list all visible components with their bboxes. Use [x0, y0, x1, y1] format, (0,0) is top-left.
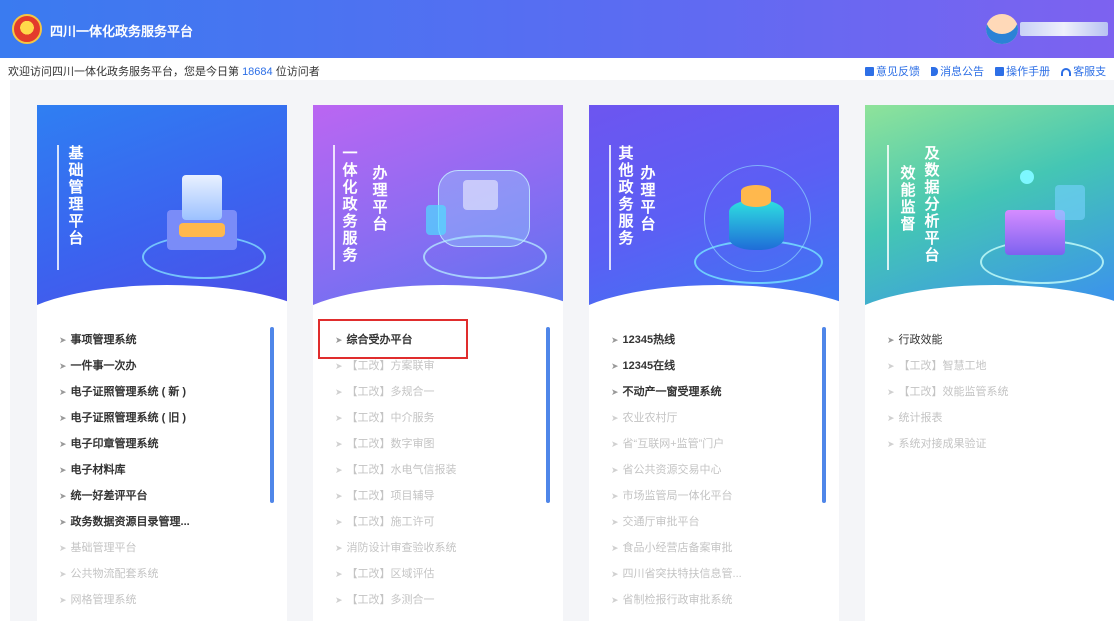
list-item[interactable]: ➤ 12345在线: [611, 353, 816, 379]
title-line: [333, 145, 335, 270]
card-banner: 效能监督 及数据分析平台: [865, 105, 1114, 310]
list-item[interactable]: ➤ 电子印章管理系统: [59, 431, 264, 457]
list-item[interactable]: ➤ 【工改】施工许可: [335, 509, 540, 535]
list-item[interactable]: ➤ 行政效能: [887, 327, 1092, 353]
headset-icon: [1061, 68, 1072, 76]
card-other-services: 其他政务服务 办理平台 ➤ 12345热线 ➤ 12345在线 ➤ 不动产一窗受理系统…: [589, 105, 839, 621]
card-banner: 一体化政务服务 办理平台: [313, 105, 563, 310]
card-title: 效能监督: [900, 165, 916, 233]
title-line: [609, 145, 611, 270]
list-item[interactable]: ➤ 电子证照管理系统 ( 新 ): [59, 379, 264, 405]
server-illustration-icon: [137, 155, 267, 285]
card-banner: 其他政务服务 办理平台: [589, 105, 839, 310]
list-item[interactable]: ➤ 一件事一次办: [59, 353, 264, 379]
list-item[interactable]: ➤ 公共物流配套系统: [59, 561, 264, 587]
card-item-list: ➤ 行政效能 ➤ 【工改】智慧工地 ➤ 【工改】效能监管系统 ➤ 统计报表 ➤ 系统对接成…: [887, 327, 1092, 457]
card-subtitle: 办理平台: [640, 165, 656, 233]
list-item[interactable]: ➤ 省制检报行政审批系统: [611, 587, 816, 613]
list-item[interactable]: ➤ 【工改】区域评估: [335, 561, 540, 587]
card-integrated-service: 一体化政务服务 办理平台 ➤ 综合受办平台 ➤ 【工改】方案联审 ➤ 【工改】多规合一…: [313, 105, 563, 621]
feedback-icon: [865, 67, 874, 76]
list-item[interactable]: ➤ 事项管理系统: [59, 327, 264, 353]
highlight-box: [318, 319, 468, 359]
list-item[interactable]: ➤ 【工改】中介服务: [335, 405, 540, 431]
card-subtitle: 办理平台: [372, 165, 388, 233]
manual-icon: [995, 67, 1005, 76]
top-header-bar: 四川一体化政务服务平台: [0, 0, 1114, 58]
list-item[interactable]: ➤ 电子证照管理系统 ( 旧 ): [59, 405, 264, 431]
top-links: 意见反馈 消息公告 操作手册 客服支: [865, 63, 1114, 79]
list-item[interactable]: ➤ 市场监管局一体化平台: [611, 483, 816, 509]
list-item[interactable]: ➤ 交通厅审批平台: [611, 509, 816, 535]
list-item[interactable]: ➤ 食品小经营店备案审批: [611, 535, 816, 561]
list-item[interactable]: ➤ 网格管理系统: [59, 587, 264, 613]
list-item[interactable]: ➤ 【工改】多规合一: [335, 379, 540, 405]
scrollbar[interactable]: [546, 327, 550, 503]
list-item[interactable]: ➤ 【工改】项目辅导: [335, 483, 540, 509]
speaker-icon: [931, 67, 939, 76]
list-item[interactable]: ➤ 统一好差评平台: [59, 483, 264, 509]
card-title: 一体化政务服务: [342, 145, 358, 264]
globe-illustration-icon: [689, 155, 824, 290]
card-efficiency-supervision: 效能监督 及数据分析平台 ➤ 行政效能 ➤ 【工改】智慧工地 ➤ 【工改】效能监管系统…: [865, 105, 1114, 621]
list-item[interactable]: ➤ 农业农村厅: [611, 405, 816, 431]
list-item[interactable]: ➤ 省公共资源交易中心: [611, 457, 816, 483]
card-title: 基础管理平台: [68, 145, 84, 247]
list-item[interactable]: ➤ 12345热线: [611, 327, 816, 353]
welcome-message: 欢迎访问四川一体化政务服务平台，您是今日第 18684 位访问者: [8, 66, 320, 78]
manual-link[interactable]: 操作手册: [995, 66, 1050, 78]
platform-title: 四川一体化政务服务平台: [50, 24, 194, 39]
visitor-count: 18684: [242, 66, 273, 78]
national-emblem-icon: [12, 14, 42, 44]
list-item[interactable]: ➤ 基础管理平台: [59, 535, 264, 561]
card-item-list: ➤ 综合受办平台 ➤ 【工改】方案联审 ➤ 【工改】多规合一 ➤ 【工改】中介服务 ➤ 【…: [335, 327, 540, 613]
list-item[interactable]: ➤ 系统对接成果验证: [887, 431, 1092, 457]
card-basic-management: 基础管理平台 ➤ 事项管理系统 ➤ 一件事一次办 ➤ 电子证照管理系统 ( 新 ) ➤…: [37, 105, 287, 621]
list-item[interactable]: ➤ 【工改】水电气信报装: [335, 457, 540, 483]
scrollbar[interactable]: [822, 327, 826, 503]
screens-illustration-icon: [418, 160, 548, 290]
list-item[interactable]: ➤ 省“互联网+监管”门户: [611, 431, 816, 457]
card-item-list: ➤ 12345热线 ➤ 12345在线 ➤ 不动产一窗受理系统 ➤ 农业农村厅 ➤ 省“互…: [611, 327, 816, 613]
card-item-list: ➤ 事项管理系统 ➤ 一件事一次办 ➤ 电子证照管理系统 ( 新 ) ➤ 电子证照管理系…: [59, 327, 264, 613]
list-item[interactable]: ➤ 消防设计审查验收系统: [335, 535, 540, 561]
card-subtitle: 及数据分析平台: [924, 145, 940, 264]
list-item[interactable]: ➤ 政务数据资源目录管理...: [59, 509, 264, 535]
list-item[interactable]: ➤ 【工改】多测合一: [335, 587, 540, 613]
username-blurred[interactable]: [1020, 22, 1108, 36]
scrollbar[interactable]: [270, 327, 274, 503]
title-line: [887, 145, 889, 270]
data-analysis-illustration-icon: [975, 160, 1105, 290]
title-line: [57, 145, 59, 270]
list-item[interactable]: ➤ 【工改】智慧工地: [887, 353, 1092, 379]
list-item[interactable]: ➤ 不动产一窗受理系统: [611, 379, 816, 405]
list-item[interactable]: ➤ 【工改】数字审图: [335, 431, 540, 457]
announcement-link[interactable]: 消息公告: [931, 66, 984, 78]
list-item[interactable]: ➤ 电子材料库: [59, 457, 264, 483]
list-item[interactable]: ➤ 四川省突扶特扶信息管...: [611, 561, 816, 587]
card-title: 其他政务服务: [618, 145, 634, 247]
customer-service-link[interactable]: 客服支: [1061, 66, 1106, 78]
list-item[interactable]: ➤ 统计报表: [887, 405, 1092, 431]
user-avatar-icon[interactable]: [986, 14, 1018, 44]
feedback-link[interactable]: 意见反馈: [865, 66, 920, 78]
list-item[interactable]: ➤ 【工改】效能监管系统: [887, 379, 1092, 405]
card-banner: 基础管理平台: [37, 105, 287, 310]
